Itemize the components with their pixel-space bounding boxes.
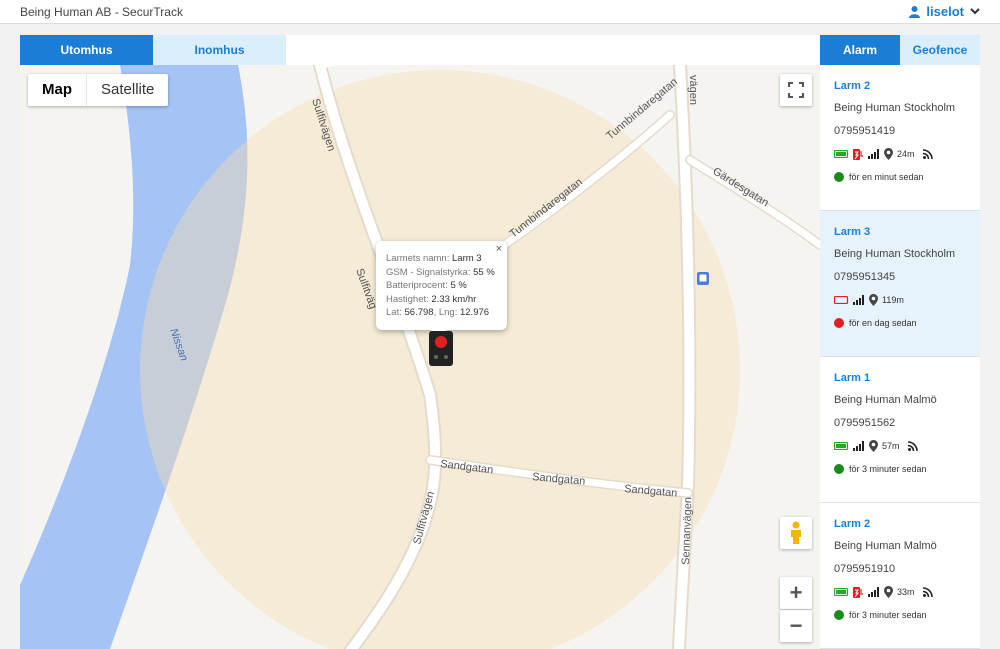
user-name: liselot (926, 4, 964, 19)
alarm-list: Larm 2 Being Human Stockholm 0795951419 24m… (820, 65, 980, 649)
info-row-latlng: Lat: 56.798, Lng: 12.976 (386, 307, 490, 318)
signal-strength-icon (868, 149, 879, 159)
info-window-close-button[interactable]: × (496, 243, 502, 257)
location-pin-icon (884, 586, 893, 598)
tab-inomhus[interactable]: Inomhus (153, 35, 286, 65)
info-row-battery: Batteriprocent: 5 % (386, 280, 467, 291)
alarm-card[interactable]: Larm 2 Being Human Malmö 0795951910 33m för … (820, 503, 980, 649)
user-menu[interactable]: liselot (909, 4, 980, 19)
plus-icon: + (789, 580, 803, 605)
alarm-organization: Being Human Stockholm (834, 248, 956, 260)
battery-icon (834, 296, 849, 304)
last-seen-text: för 3 minuter sedan (849, 464, 927, 474)
zoom-out-button[interactable]: − (780, 610, 812, 642)
map-type-control: Map Satellite (28, 74, 169, 106)
street-view-button[interactable] (780, 517, 812, 549)
info-row-gsm: GSM - Signalstyrka: 55 % (386, 266, 495, 278)
alarm-name: Larm 2 (834, 518, 871, 530)
last-seen-text: för en dag sedan (849, 318, 917, 328)
top-bar: Being Human AB - SecurTrack liselot (0, 0, 1000, 24)
alarm-phone: 0795951910 (834, 563, 896, 575)
alarm-last-seen: för en dag sedan (834, 318, 917, 328)
alarm-last-seen: för 3 minuter sedan (834, 610, 927, 620)
chevron-down-icon (970, 8, 980, 15)
pegman-icon (791, 521, 801, 544)
map-type-satellite-button[interactable]: Satellite (87, 74, 168, 106)
battery-icon (834, 150, 849, 158)
page-margin (980, 24, 1000, 649)
location-pin-icon (869, 440, 878, 452)
alarm-distance: 57m (882, 441, 900, 451)
alarm-name: Larm 1 (834, 372, 871, 384)
location-pin-icon (884, 148, 893, 160)
street-label-vagen: vägen (687, 75, 699, 105)
alarm-organization: Being Human Stockholm (834, 102, 956, 114)
app-title: Being Human AB - SecurTrack (20, 5, 183, 19)
tab-geofence[interactable]: Geofence (900, 35, 980, 65)
status-dot-icon (834, 610, 844, 620)
alarm-distance: 24m (897, 149, 915, 159)
status-dot-icon (834, 464, 844, 474)
last-seen-text: för 3 minuter sedan (849, 610, 927, 620)
wifi-signal-icon (907, 441, 918, 451)
alarm-organization: Being Human Malmö (834, 540, 937, 552)
panel-tabs: Alarm Geofence (820, 35, 980, 65)
alarm-status-icons: 33m (834, 585, 933, 599)
location-pin-icon (869, 294, 878, 306)
wifi-signal-icon (922, 587, 933, 597)
alarm-distance: 119m (882, 295, 904, 305)
alarm-phone: 0795951419 (834, 125, 896, 137)
info-row-name: Larmets namn: Larm 3 (386, 253, 482, 264)
map-canvas: Sulfitvägen Sulfitväg Tunnbindaregatan T… (20, 65, 820, 649)
alarm-name: Larm 3 (834, 226, 871, 238)
alarm-status-icons: 57m (834, 439, 918, 453)
alarm-card[interactable]: Larm 1 Being Human Malmö 0795951562 57m för … (820, 357, 980, 503)
last-seen-text: för en minut sedan (849, 172, 924, 182)
charging-icon (853, 587, 863, 598)
info-row-speed: Hastighet: 2.33 km/hr (386, 293, 477, 305)
alarm-card[interactable]: Larm 3 Being Human Stockholm 0795951345 119… (820, 211, 980, 357)
tab-alarm[interactable]: Alarm (820, 35, 900, 65)
zoom-in-button[interactable]: + (780, 577, 812, 609)
alarm-name: Larm 2 (834, 80, 871, 92)
alarm-organization: Being Human Malmö (834, 394, 937, 406)
wifi-signal-icon (922, 149, 933, 159)
alarm-phone: 0795951345 (834, 271, 896, 283)
battery-icon (834, 588, 849, 596)
alarm-status-icons: 24m (834, 147, 933, 161)
device-marker-icon[interactable] (428, 330, 454, 367)
alarm-phone: 0795951562 (834, 417, 896, 429)
signal-strength-icon (868, 587, 879, 597)
minus-icon: − (789, 613, 803, 638)
alarm-distance: 33m (897, 587, 915, 597)
map-type-map-button[interactable]: Map (28, 74, 87, 106)
charging-icon (853, 149, 863, 160)
device-info-window: × Larmets namn: Larm 3 GSM - Signalstyrk… (376, 241, 507, 338)
signal-strength-icon (853, 295, 864, 305)
alarm-last-seen: för 3 minuter sedan (834, 464, 927, 474)
view-tabs: Utomhus Inomhus (20, 35, 820, 65)
bus-stop-icon (697, 272, 709, 285)
map-view[interactable]: Sulfitvägen Sulfitväg Tunnbindaregatan T… (20, 65, 820, 649)
alarm-status-icons: 119m (834, 293, 904, 307)
signal-strength-icon (853, 441, 864, 451)
user-icon (909, 5, 921, 18)
street-label-sennanvagen: Sennanvägen (680, 497, 694, 565)
fullscreen-icon (788, 82, 804, 98)
status-dot-icon (834, 172, 844, 182)
alarm-card[interactable]: Larm 2 Being Human Stockholm 0795951419 24m… (820, 65, 980, 211)
status-dot-icon (834, 318, 844, 328)
battery-icon (834, 442, 849, 450)
fullscreen-button[interactable] (780, 74, 812, 106)
tab-utomhus[interactable]: Utomhus (20, 35, 153, 65)
alarm-last-seen: för en minut sedan (834, 172, 924, 182)
